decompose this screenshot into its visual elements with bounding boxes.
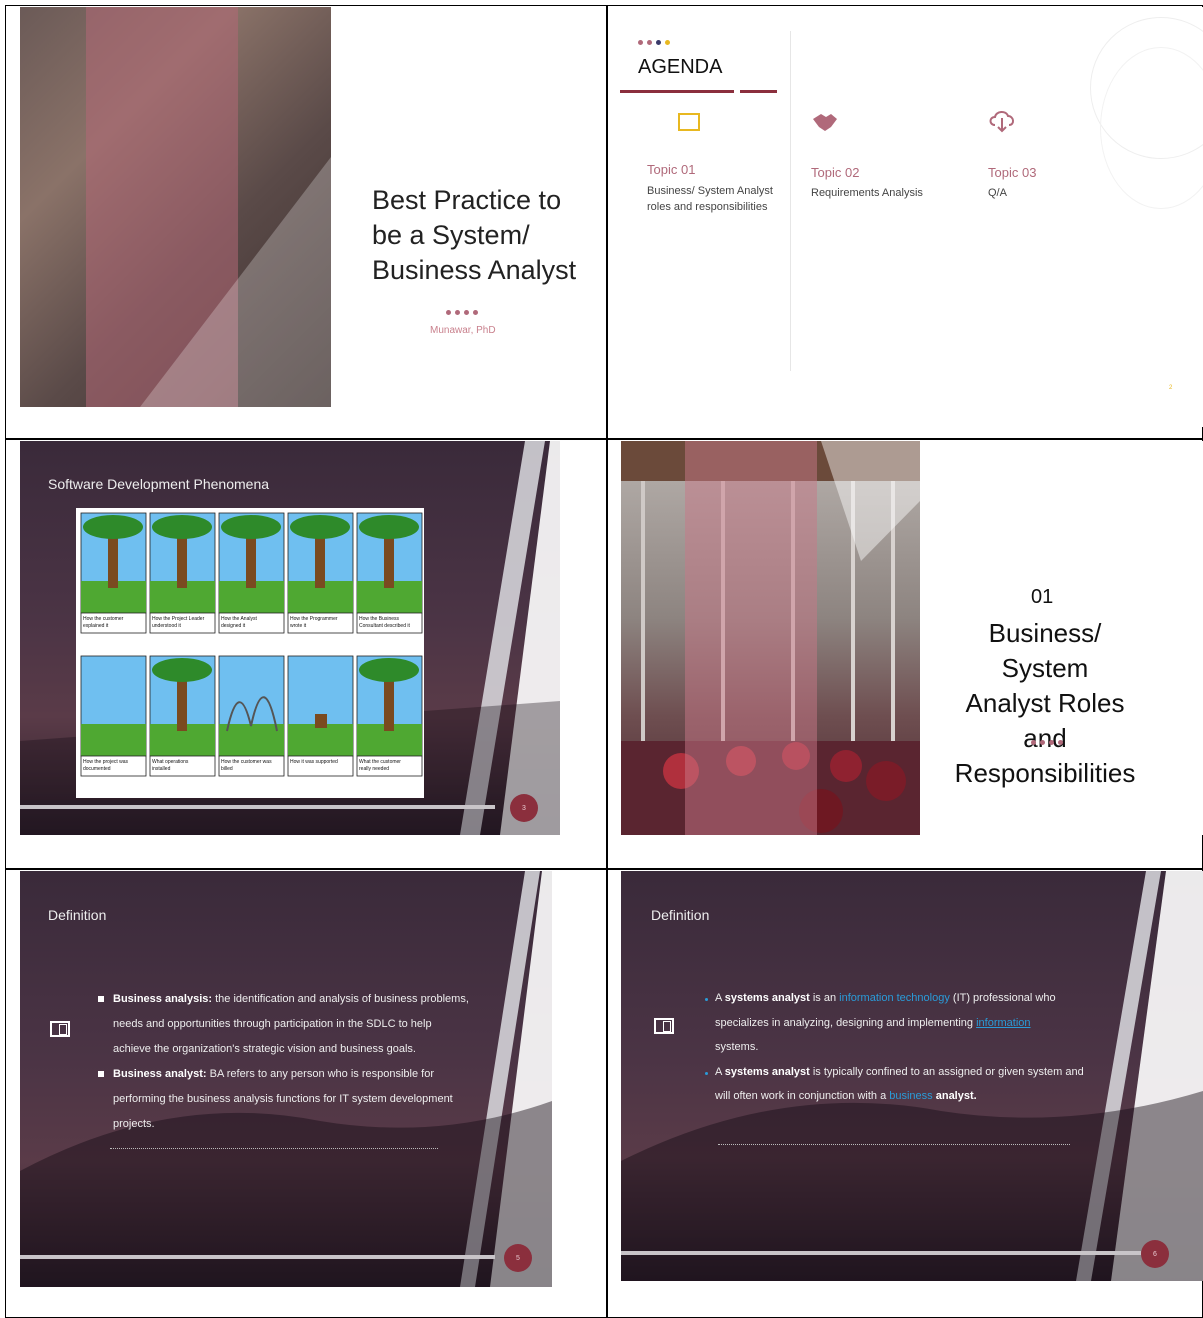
text-run: (IT) professional who <box>949 992 1056 1004</box>
slide-title: Definition <box>48 907 107 923</box>
cartoon-panel: How the Programmer wrote it <box>287 512 354 634</box>
cartoon-panel: How the project was documented <box>80 655 147 777</box>
tree-swing-cartoon: How the customer explained itHow the Proj… <box>76 508 424 798</box>
progress-bar <box>621 1251 1141 1255</box>
bullet-dot <box>705 998 708 1001</box>
heading-underline-accent <box>740 90 777 93</box>
text-run: will often work in conjunction with a <box>715 1090 890 1102</box>
page-number-badge: 6 <box>1141 1240 1169 1268</box>
definition-line: performing the business analysis functio… <box>113 1093 453 1105</box>
link-information[interactable]: information <box>976 1017 1030 1029</box>
definition-line: BA refers to any person who is responsib… <box>206 1068 434 1080</box>
definition-line: needs and opportunities through particip… <box>113 1018 432 1030</box>
definition-line: projects. <box>113 1118 155 1130</box>
dotted-divider <box>110 1148 438 1149</box>
dotted-divider <box>718 1144 1070 1145</box>
slide-section: 01 Business/ System Analyst Roles and Re… <box>621 441 1203 835</box>
topic-label: Topic 03 <box>988 165 1037 180</box>
link-business[interactable]: business <box>889 1090 932 1102</box>
heading-underline <box>620 90 734 93</box>
slide-title: Definition <box>651 907 710 923</box>
cartoon-panel: How the Analyst designed it <box>218 512 285 634</box>
cartoon-panel: How the Business Consultant described it <box>356 512 423 634</box>
decorative-dots <box>446 302 482 320</box>
topic-description: Q/A <box>988 187 1007 199</box>
topic-label: Topic 01 <box>647 162 696 177</box>
topic-desc-line: Business/ System Analyst <box>647 185 773 197</box>
row-divider-2 <box>5 868 1203 870</box>
page-number-badge: 3 <box>510 794 538 822</box>
term-analyst: analyst. <box>932 1090 977 1102</box>
topic-desc-line: roles and responsibilities <box>647 201 768 213</box>
link-information-technology[interactable]: information technology <box>839 992 950 1004</box>
progress-bar <box>20 805 495 809</box>
slide-title: Best Practice to be a System/ Business A… <box>20 7 600 407</box>
definition-text: Business analysis: the identification an… <box>113 987 469 1137</box>
text-run: A <box>715 1065 725 1078</box>
decorative-dots <box>1031 732 1067 750</box>
handshake-icon <box>813 114 837 131</box>
cartoon-panel: What operations installed <box>149 655 216 777</box>
progress-bar <box>20 1255 495 1259</box>
term-business-analysis: Business analysis: <box>113 993 213 1005</box>
definition-line: the identification and analysis of busin… <box>212 993 469 1005</box>
cartoon-panel: How it was supported <box>287 655 354 777</box>
title-line: Business/ System <box>988 618 1102 683</box>
bullet-square <box>98 996 104 1002</box>
bullet-square <box>98 1071 104 1077</box>
book-icon <box>654 1018 674 1034</box>
title-line: Business Analyst <box>372 255 577 285</box>
slide-definition-2: Definition A systems analyst is an infor… <box>621 871 1203 1281</box>
slide-title-text: Best Practice to be a System/ Business A… <box>372 183 576 288</box>
term-business-analyst: Business analyst: <box>113 1068 207 1080</box>
cloud-download-icon <box>989 111 1014 133</box>
text-run: A <box>715 992 725 1004</box>
definition-line: achieve the organization's strategic vis… <box>113 1043 416 1055</box>
vertical-divider <box>790 31 791 371</box>
agenda-heading: AGENDA <box>638 56 723 78</box>
title-line: Responsibilities <box>954 758 1136 788</box>
text-run: is an <box>809 992 840 1004</box>
topic-description: Requirements Analysis <box>811 187 923 199</box>
cartoon-panel: How the customer explained it <box>80 512 147 634</box>
title-line: Best Practice to <box>372 185 562 215</box>
book-icon <box>50 1021 70 1037</box>
text-run: is typically confined to an assigned or … <box>809 1065 1084 1078</box>
panel-caption: How it was supported <box>290 759 338 765</box>
slide-agenda: AGENDA Topic 01 Business/ System Analyst… <box>620 7 1203 427</box>
cartoon-panel: How the Project Leader understood it <box>149 512 216 634</box>
slide-definition-1: Definition Business analysis: the identi… <box>20 871 552 1287</box>
text-run: specializes in analyzing, designing and … <box>715 1016 977 1029</box>
slide-phenomena: Software Development Phenomena How the c… <box>20 441 560 835</box>
row-divider-1 <box>5 438 1203 440</box>
cartoon-panel: What the customer really needed <box>356 655 423 777</box>
bullet-dot <box>705 1072 708 1075</box>
term-systems-analyst: systems analyst <box>724 1065 810 1078</box>
topic-label: Topic 02 <box>811 165 860 180</box>
term-systems-analyst: systems analyst <box>724 992 810 1004</box>
definition-line: systems. <box>715 1041 759 1053</box>
title-line: be a System/ <box>372 220 530 250</box>
topic-description: Business/ System Analyst roles and respo… <box>647 183 773 215</box>
section-title: Business/ System Analyst Roles and Respo… <box>945 616 1145 791</box>
author-name: Munawar, PhD <box>430 325 496 336</box>
section-number: 01 <box>1031 586 1054 608</box>
slide-title: Software Development Phenomena <box>48 476 270 492</box>
definition-text: A systems analyst is an information tech… <box>715 986 1084 1109</box>
page-number: 2 <box>1169 385 1173 391</box>
decorative-dots <box>638 32 674 50</box>
page-number-badge: 5 <box>504 1244 532 1272</box>
column-divider <box>606 5 608 1318</box>
cartoon-panel: How the customer was billed <box>218 655 285 777</box>
book-icon <box>678 113 700 131</box>
